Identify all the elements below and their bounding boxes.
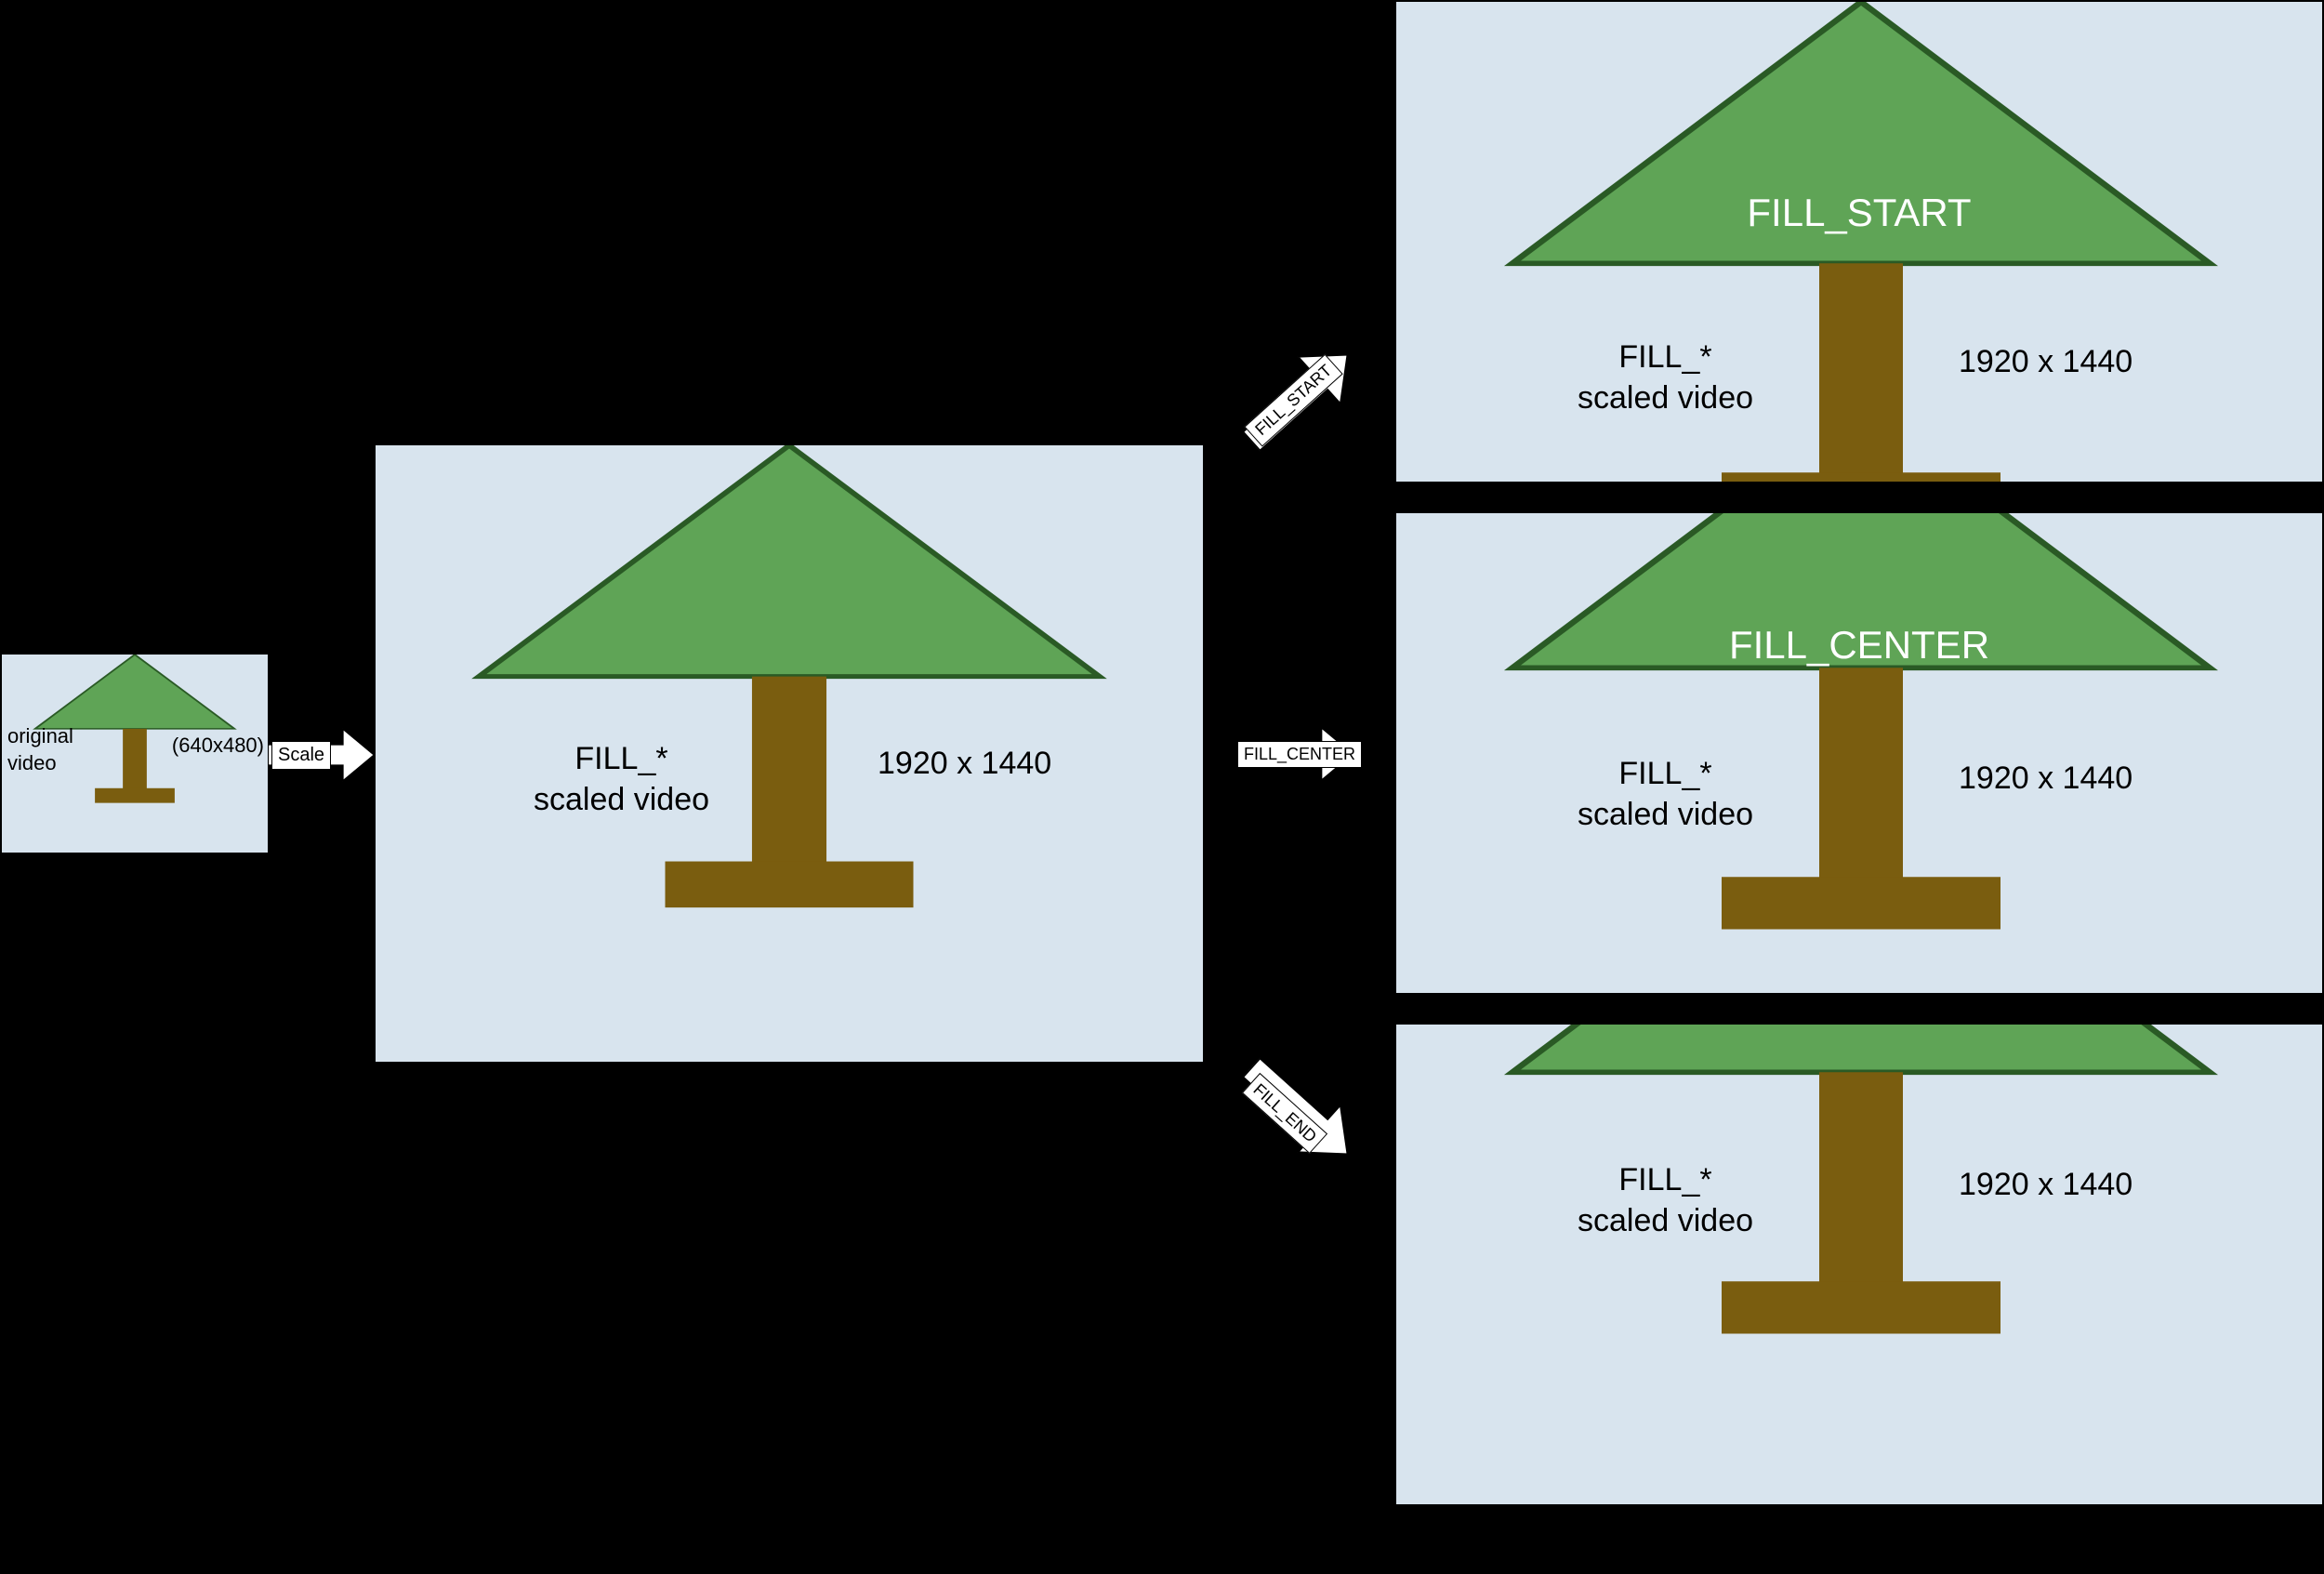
fill-center-resolution: 1920 x 1440 (1959, 758, 2133, 799)
fill-start-label: FILL_* scaled video (1578, 337, 1753, 418)
fill-end-arrow: FILL_END (1207, 1055, 1393, 1167)
fill-start-arrow: FILL_START (1207, 342, 1393, 454)
fill-end-resolution: 1920 x 1440 (1959, 1164, 2133, 1205)
fill-start-title: FILL_START (1396, 188, 2322, 239)
fill-center-panel: FILL_CENTER FILL_* scaled video 1920 x 1… (1394, 511, 2324, 995)
original-video-panel: original video (640x480) (0, 653, 270, 854)
fill-center-arrow-label: FILL_CENTER (1237, 741, 1362, 768)
scale-arrow-label: Scale (271, 741, 331, 770)
fill-start-panel: FILL_START FILL_* scaled video 1920 x 14… (1394, 0, 2324, 483)
tree-icon (1396, 1023, 2324, 1506)
fill-end-caption: FILL_END (2054, 1525, 2233, 1573)
tree-icon (1396, 2, 2324, 483)
fill-end-panel: FILL_* scaled video 1920 x 1440 (1394, 1023, 2324, 1506)
original-label: original video (7, 723, 73, 776)
scaled-label: FILL_* scaled video (534, 738, 709, 820)
fill-center-label: FILL_* scaled video (1578, 753, 1753, 835)
original-resolution: (640x480) (172, 733, 264, 760)
scale-arrow: Scale (268, 728, 375, 782)
scaled-video-panel: FILL_* scaled video 1920 x 1440 (374, 443, 1205, 1064)
fill-end-label: FILL_* scaled video (1578, 1159, 1753, 1241)
fill-center-arrow: FILL_CENTER (1207, 727, 1393, 781)
fill-start-resolution: 1920 x 1440 (1959, 341, 2133, 382)
tree-icon (1396, 511, 2324, 995)
fill-center-title: FILL_CENTER (1396, 620, 2322, 671)
scaled-resolution: 1920 x 1440 (878, 743, 1051, 784)
tree-icon (376, 445, 1203, 1062)
